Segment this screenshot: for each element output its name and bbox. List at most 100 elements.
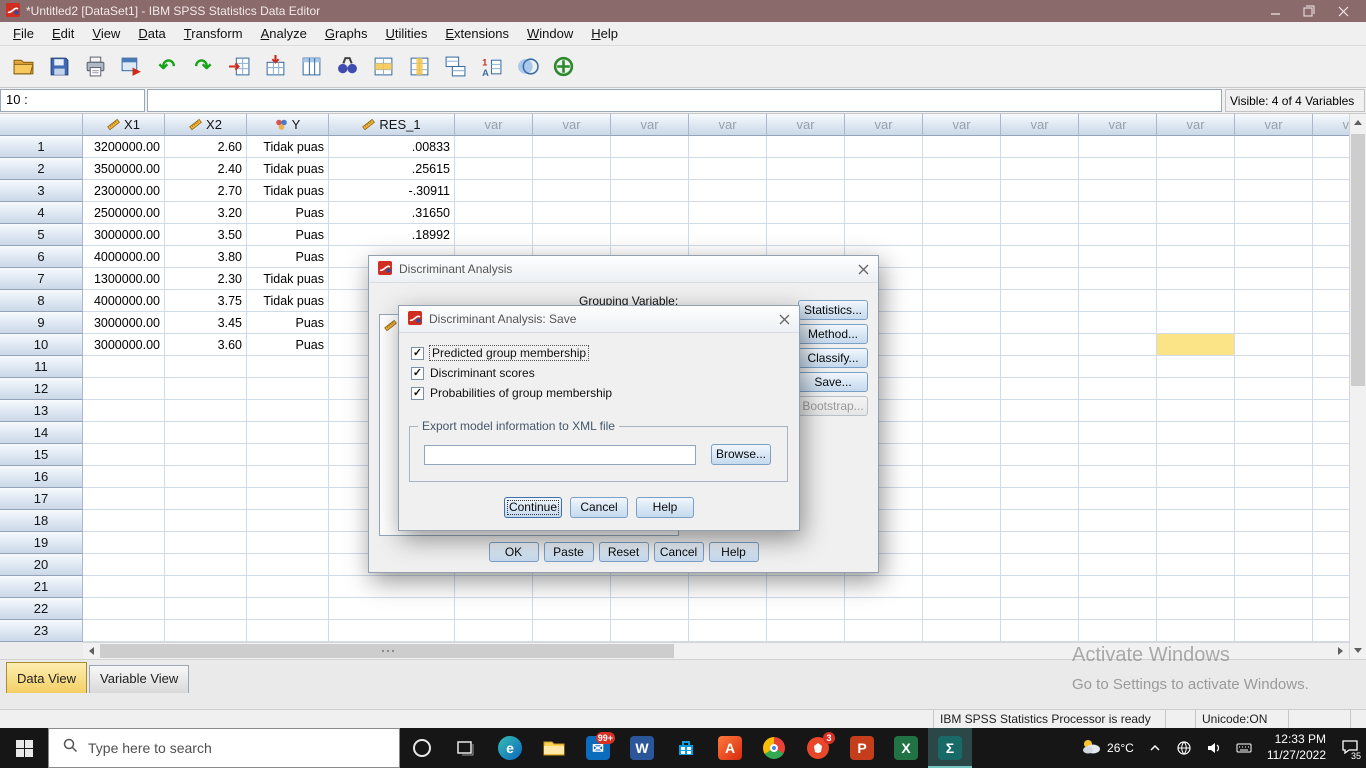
grid-cell[interactable]	[767, 158, 845, 180]
grid-cell[interactable]	[923, 334, 1001, 356]
grid-cell[interactable]	[533, 224, 611, 246]
grid-cell[interactable]	[247, 510, 329, 532]
undo-icon[interactable]: ↶	[150, 50, 184, 84]
store-icon[interactable]	[664, 728, 708, 768]
redo-icon[interactable]: ↷	[186, 50, 220, 84]
grid-cell[interactable]	[1001, 334, 1079, 356]
grid-cell[interactable]	[1157, 598, 1235, 620]
grid-cell[interactable]: Puas	[247, 202, 329, 224]
grid-cell[interactable]	[1001, 444, 1079, 466]
grid-cell[interactable]	[1157, 466, 1235, 488]
grid-cell[interactable]	[1001, 202, 1079, 224]
grid-cell[interactable]: Puas	[247, 312, 329, 334]
grid-cell[interactable]	[1079, 620, 1157, 642]
grid-cell[interactable]	[165, 620, 247, 642]
weather-widget[interactable]: 26°C	[1073, 728, 1141, 768]
search-input[interactable]	[88, 740, 368, 756]
grid-cell[interactable]	[83, 400, 165, 422]
grid-cell[interactable]	[83, 378, 165, 400]
open-data-icon[interactable]	[6, 50, 40, 84]
grid-corner[interactable]	[0, 114, 83, 136]
grid-cell[interactable]	[1313, 312, 1349, 334]
grid-cell[interactable]	[1079, 554, 1157, 576]
grid-cell[interactable]	[767, 576, 845, 598]
grid-cell[interactable]	[1157, 576, 1235, 598]
grid-cell[interactable]	[83, 356, 165, 378]
grid-cell[interactable]	[1235, 466, 1313, 488]
grid-cell[interactable]	[455, 136, 533, 158]
grid-cell[interactable]	[1313, 224, 1349, 246]
grid-cell[interactable]	[689, 576, 767, 598]
ok-button[interactable]: OK	[488, 542, 539, 562]
row-header[interactable]: 11	[0, 356, 83, 378]
save-button[interactable]: Save...	[798, 372, 868, 392]
grid-cell[interactable]	[923, 158, 1001, 180]
grid-cell[interactable]	[83, 576, 165, 598]
insert-variables-icon[interactable]	[402, 50, 436, 84]
selected-cell[interactable]	[1157, 334, 1235, 356]
grid-cell[interactable]	[1157, 444, 1235, 466]
dialog-titlebar[interactable]: Discriminant Analysis: Save	[399, 306, 799, 333]
cell-editor-field[interactable]	[147, 89, 1222, 112]
grid-cell[interactable]	[1157, 158, 1235, 180]
method-button[interactable]: Method...	[798, 324, 868, 344]
grid-cell[interactable]	[1079, 422, 1157, 444]
grid-cell[interactable]	[455, 576, 533, 598]
grid-cell[interactable]	[767, 202, 845, 224]
grid-cell[interactable]	[923, 466, 1001, 488]
grid-cell[interactable]	[1157, 400, 1235, 422]
mail-icon[interactable]: ✉ 99+	[576, 728, 620, 768]
grid-cell[interactable]	[1079, 400, 1157, 422]
grid-cell[interactable]: 3.80	[165, 246, 247, 268]
menu-utilities[interactable]: Utilities	[376, 23, 436, 44]
column-header-var[interactable]: var	[1313, 114, 1349, 136]
grid-cell[interactable]	[1235, 510, 1313, 532]
cortana-icon[interactable]	[400, 728, 444, 768]
grid-cell[interactable]	[845, 620, 923, 642]
grid-cell[interactable]: 3.45	[165, 312, 247, 334]
action-center[interactable]: 35	[1334, 728, 1366, 768]
grid-cell[interactable]	[1001, 356, 1079, 378]
grid-cell[interactable]	[767, 620, 845, 642]
grid-cell[interactable]	[1235, 598, 1313, 620]
grid-cell[interactable]: .25615	[329, 158, 455, 180]
keyboard-icon[interactable]	[1229, 728, 1259, 768]
grid-cell[interactable]	[923, 136, 1001, 158]
grid-cell[interactable]	[923, 576, 1001, 598]
grid-cell[interactable]: .18992	[329, 224, 455, 246]
menu-view[interactable]: View	[83, 23, 129, 44]
grid-cell[interactable]	[1313, 378, 1349, 400]
row-header[interactable]: 9	[0, 312, 83, 334]
menu-edit[interactable]: Edit	[43, 23, 83, 44]
grid-cell[interactable]: Tidak puas	[247, 290, 329, 312]
print-icon[interactable]	[78, 50, 112, 84]
grid-cell[interactable]	[165, 422, 247, 444]
grid-cell[interactable]	[1235, 576, 1313, 598]
insert-cases-icon[interactable]	[366, 50, 400, 84]
grid-cell[interactable]	[1313, 290, 1349, 312]
grid-cell[interactable]	[1157, 312, 1235, 334]
column-header-res_1[interactable]: RES_1	[329, 114, 455, 136]
row-header[interactable]: 23	[0, 620, 83, 642]
grid-cell[interactable]	[1001, 136, 1079, 158]
grid-cell[interactable]	[165, 554, 247, 576]
adobe-icon[interactable]: A	[708, 728, 752, 768]
grid-cell[interactable]	[1313, 466, 1349, 488]
checkbox-row[interactable]: ✓ Probabilities of group membership	[411, 386, 612, 400]
grid-cell[interactable]	[455, 224, 533, 246]
horizontal-scroll-thumb[interactable]	[100, 644, 674, 658]
grid-cell[interactable]	[1157, 202, 1235, 224]
grid-cell[interactable]	[1079, 356, 1157, 378]
grid-cell[interactable]	[923, 312, 1001, 334]
grid-cell[interactable]	[923, 554, 1001, 576]
grid-cell[interactable]	[923, 202, 1001, 224]
grid-cell[interactable]	[1001, 488, 1079, 510]
grid-cell[interactable]	[83, 466, 165, 488]
grid-cell[interactable]	[611, 620, 689, 642]
grid-cell[interactable]	[1313, 598, 1349, 620]
grid-cell[interactable]	[1157, 180, 1235, 202]
grid-cell[interactable]	[1079, 180, 1157, 202]
grid-cell[interactable]	[1079, 488, 1157, 510]
grid-cell[interactable]	[83, 488, 165, 510]
grid-cell[interactable]	[1313, 400, 1349, 422]
